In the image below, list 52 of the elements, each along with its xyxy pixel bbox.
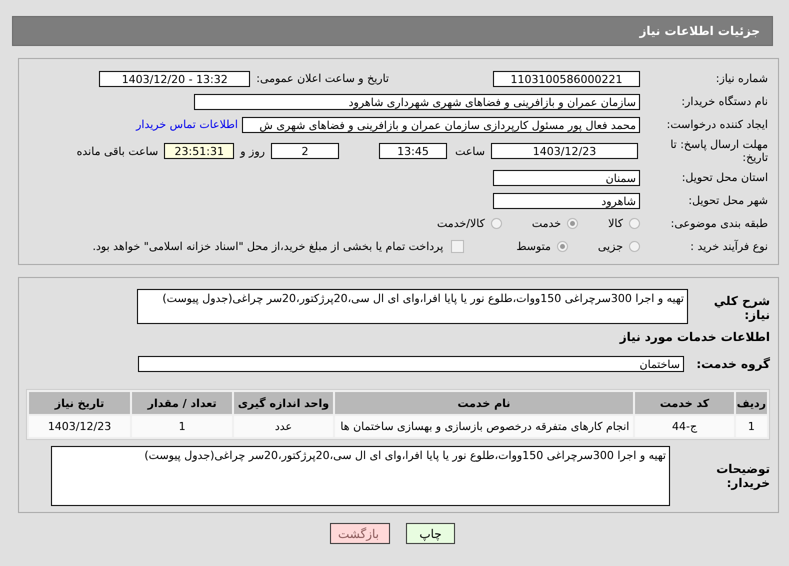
table-cell: ج-44: [635, 416, 734, 437]
field-label: استان محل تحویل:: [680, 171, 769, 184]
column-header: تعداد / مقدار: [132, 392, 232, 414]
buyer-notes-textarea[interactable]: تهیه و اجرا 300سرچراغی 150ووات،طلوع نور یا پایا افرا،وای ای ال سی،20پرژکتور،20سر چراغی(جدول پیوست): [51, 446, 670, 506]
city-field: شاهرود: [493, 192, 640, 208]
column-header: تاریخ نیاز: [29, 392, 130, 414]
back-button[interactable]: بازگشت: [330, 523, 390, 544]
table-cell: عدد: [234, 416, 333, 437]
column-header: نام خدمت: [334, 392, 634, 414]
requester-field: محمد فعال پور مسئول کارپردازی سازمان عمران و بازافرینی و فضاهای شهری ش: [242, 116, 640, 132]
deadline-date-field: 1403/12/23: [491, 143, 638, 159]
days-label: روز و: [240, 144, 265, 158]
column-header: واحد اندازه گیری: [234, 392, 333, 414]
field-label: نوع فرآیند خرید :: [689, 240, 769, 253]
field-label: شهر محل تحویل:: [687, 194, 769, 207]
process-radio[interactable]: متوسط: [516, 240, 568, 253]
table-cell: انجام کارهای متفرقه درخصوص بازسازی و بهسازی ساختمان ها: [334, 416, 634, 437]
remaining-time-field: 23:51:31: [164, 143, 234, 159]
field-label: توضیحات خریدار:: [715, 462, 770, 490]
payment-checkbox[interactable]: [451, 240, 464, 253]
field-label: نام دستگاه خریدار:: [680, 95, 769, 108]
remaining-label: ساعت باقی مانده: [76, 144, 158, 158]
category-radio[interactable]: خدمت: [532, 217, 578, 230]
field-label: ایجاد کننده درخواست:: [666, 118, 769, 131]
deadline-time-field: 13:45: [379, 143, 447, 159]
field-label: شرح کلي نياز:: [712, 294, 770, 322]
field-label: شماره نیاز:: [714, 72, 769, 85]
column-header: ردیف: [736, 392, 767, 414]
field-label: مهلت ارسال پاسخ: تا تاریخ:: [669, 138, 769, 164]
announce-date-field: 13:32 - 1403/12/20: [99, 70, 250, 86]
days-field: 2: [271, 143, 339, 159]
service-group-field: ساختمان: [138, 356, 684, 372]
need-number-field: 1103100586000221: [493, 70, 640, 86]
payment-label: پرداخت تمام یا بخشی از مبلغ خرید،از محل "اسناد خزانه اسلامی" خواهد بود.: [92, 240, 444, 253]
table-cell: 1403/12/23: [29, 416, 130, 437]
column-header: کد خدمت: [635, 392, 734, 414]
province-field: سمنان: [493, 170, 640, 186]
buyer-field: سازمان عمران و بازافرینی و فضاهای شهری شهرداری شاهرود: [194, 94, 640, 110]
section-title: اطلاعات خدمات مورد نیاز: [618, 330, 770, 344]
field-label: گروه خدمت:: [695, 356, 770, 370]
time-label: ساعت: [455, 144, 485, 158]
field-label: تاریخ و ساعت اعلان عمومی:: [256, 72, 389, 85]
description-textarea[interactable]: تهیه و اجرا 300سرچراغی 150ووات،طلوع نور یا پایا افرا،وای ای ال سی،20پرژکتور،20سر چراغی(جدول پیوست): [137, 289, 688, 324]
page-title: جزئیات اطلاعات نیاز: [639, 24, 760, 38]
process-radio[interactable]: جزیی: [598, 240, 640, 253]
field-label: طبقه بندی موضوعی:: [670, 217, 769, 230]
table-cell: 1: [736, 416, 767, 437]
print-button[interactable]: چاپ: [406, 523, 455, 544]
category-radio[interactable]: کالا/خدمت: [437, 217, 502, 230]
category-radio[interactable]: کالا: [608, 217, 640, 230]
table-cell: 1: [132, 416, 232, 437]
contact-link[interactable]: اطلاعات تماس خریدار: [136, 118, 238, 131]
